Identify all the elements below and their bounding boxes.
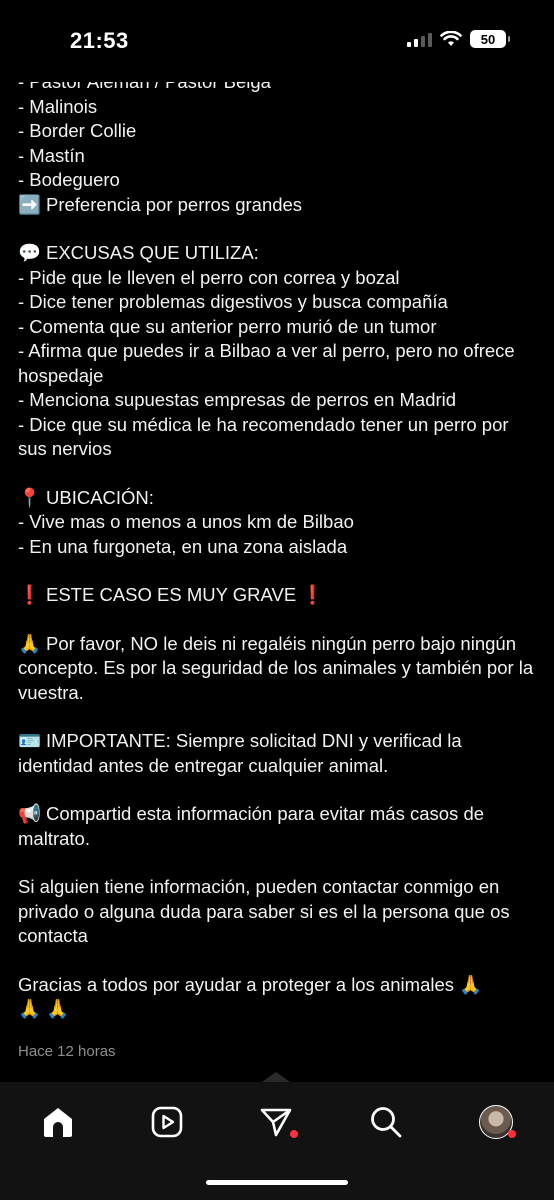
reels-icon[interactable] bbox=[145, 1100, 189, 1144]
praying-hands-icon: 🙏 bbox=[18, 998, 42, 1019]
cellular-signal-icon bbox=[407, 31, 432, 47]
caption-line: - Afirma que puedes ir a Bilbao a ver al… bbox=[18, 340, 515, 386]
caption-line: ❗ ESTE CASO ES MUY GRAVE ❗ bbox=[18, 583, 540, 608]
megaphone-icon: 📢 bbox=[18, 803, 42, 824]
caption-line: 🙏 Por favor, NO le deis ni regaléis ningú… bbox=[18, 632, 534, 703]
caption-line: Si alguien tiene información, pueden con… bbox=[18, 876, 510, 946]
home-icon[interactable] bbox=[36, 1100, 80, 1144]
post-caption: - Pastor Alemán / Pastor Belga - Malinoi… bbox=[18, 70, 540, 1022]
home-indicator bbox=[206, 1180, 348, 1185]
caption-line: - Vive mas o menos a unos km de Bilbao bbox=[18, 511, 354, 532]
profile-avatar[interactable] bbox=[474, 1100, 518, 1144]
status-time: 21:53 bbox=[70, 28, 129, 53]
caption-line: 🪪 IMPORTANTE: Siempre solicitad DNI y ver… bbox=[18, 730, 462, 776]
notification-dot bbox=[290, 1130, 298, 1138]
nav-notch bbox=[262, 1072, 290, 1082]
praying-hands-icon: 🙏 bbox=[18, 632, 42, 654]
caption-line: - Dice que su médica le ha recomendado t… bbox=[18, 413, 509, 460]
caption-line: - En una furgoneta, en una zona aislada bbox=[18, 535, 348, 557]
caption-line: ➡️ Preferencia por perros grandes bbox=[18, 193, 540, 218]
direct-messages-icon[interactable] bbox=[254, 1100, 298, 1144]
caption-line: 💬 EXCUSAS QUE UTILIZA: bbox=[18, 241, 540, 266]
caption-line: - Comenta que su anterior perro murió de… bbox=[18, 315, 437, 337]
status-icons: 50 bbox=[407, 30, 510, 48]
wifi-icon bbox=[440, 31, 462, 46]
caption-line: - Border Collie bbox=[18, 120, 137, 141]
caption-line: - Pide que le lleven el perro con correa… bbox=[18, 266, 400, 288]
post-timestamp: Hace 12 horas bbox=[18, 1043, 116, 1060]
caption-line: - Mastín bbox=[18, 144, 85, 166]
location-pin-icon: 📍 bbox=[18, 486, 42, 508]
exclamation-icon: ❗ bbox=[301, 584, 325, 605]
status-bar: 21:53 50 bbox=[0, 0, 554, 82]
bottom-nav bbox=[0, 1082, 554, 1200]
id-card-icon: 🪪 bbox=[18, 730, 42, 751]
praying-hands-icon: 🙏 bbox=[46, 998, 70, 1019]
arrow-right-icon: ➡️ bbox=[18, 193, 42, 215]
speech-bubble-icon: 💬 bbox=[18, 242, 42, 263]
caption-line: - Malinois bbox=[18, 95, 98, 117]
notification-dot bbox=[508, 1130, 516, 1138]
caption-line: 📢 Compartid esta información para evitar … bbox=[18, 803, 485, 849]
battery-indicator: 50 bbox=[470, 30, 510, 48]
caption-line: Gracias a todos por ayudar a proteger a … bbox=[18, 973, 540, 1022]
search-icon[interactable] bbox=[364, 1100, 408, 1144]
caption-line: 📍 UBICACIÓN: bbox=[18, 486, 540, 511]
caption-line: - Dice tener problemas digestivos y busc… bbox=[18, 291, 448, 312]
caption-line: - Bodeguero bbox=[18, 169, 120, 190]
praying-hands-icon: 🙏 bbox=[459, 973, 483, 995]
caption-line: - Menciona supuestas empresas de perros … bbox=[18, 389, 457, 410]
exclamation-icon: ❗ bbox=[18, 584, 42, 605]
